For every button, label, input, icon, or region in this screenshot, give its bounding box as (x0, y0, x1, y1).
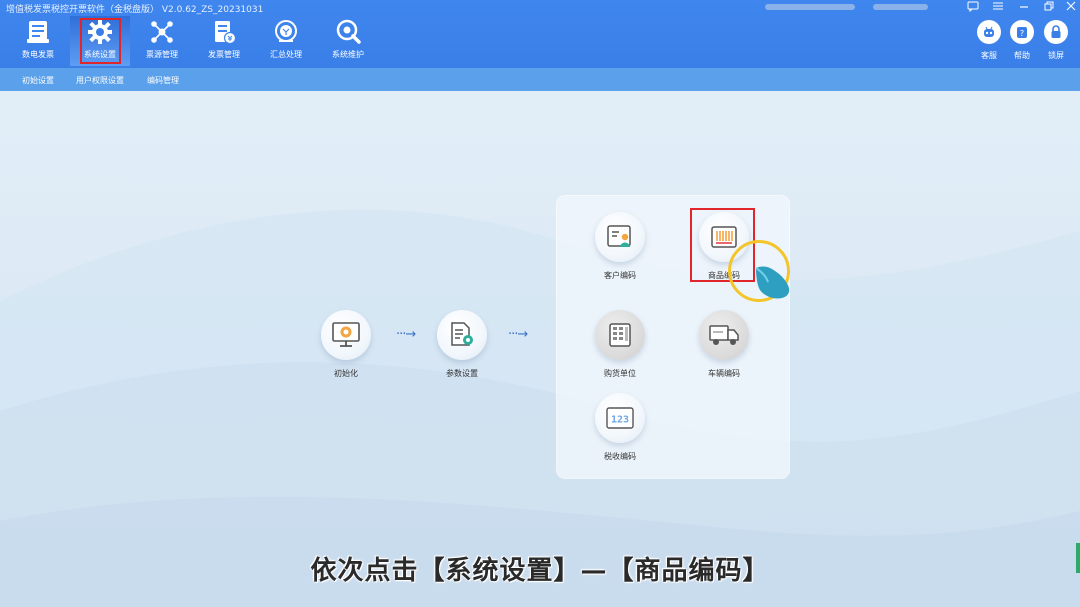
lock-screen-button[interactable]: 锁屏 (1039, 20, 1073, 61)
subnav-item-user-permissions[interactable]: 用户权限设置 (76, 75, 124, 86)
step-label: 初始化 (334, 369, 358, 378)
instruction-caption: 依次点击【系统设置】—【商品编码】 (310, 556, 770, 586)
toolbar-item-summary[interactable]: 汇总处理 (256, 16, 316, 66)
building-icon (595, 310, 645, 360)
subnav-item-initial-settings[interactable]: 初始设置 (22, 75, 54, 86)
panel-item-vehicle-code[interactable]: 车辆编码 (684, 310, 764, 379)
panel-item-tax-code[interactable]: 123 税收编码 (580, 393, 660, 462)
panel-item-customer-code[interactable]: 客户编码 (580, 212, 660, 281)
numbers-icon: 123 (595, 393, 645, 443)
numbers-glyph: 123 (611, 415, 629, 426)
toolbar-item-label: 汇总处理 (270, 50, 302, 59)
chat-icon[interactable] (966, 1, 980, 15)
wrench-icon (336, 19, 361, 44)
toolbar-item-invoice-management[interactable]: 发票管理 (194, 16, 254, 66)
lock-icon (1044, 20, 1068, 44)
top-toolbar: 增值税发票税控开票软件（金税盘版） V2.0.62_ZS_20231031 数电… (0, 0, 1080, 68)
toolbar-item-ticket-source[interactable]: 票源管理 (132, 16, 192, 66)
app-title: 增值税发票税控开票软件（金税盘版） V2.0.62_ZS_20231031 (6, 5, 264, 15)
menu-icon[interactable] (991, 1, 1005, 14)
panel-item-label: 车辆编码 (708, 369, 740, 378)
toolbar-item-maintenance[interactable]: 系统维护 (318, 16, 378, 66)
subnav-item-code-management[interactable]: 编码管理 (147, 75, 179, 86)
right-button-label: 锁屏 (1048, 51, 1064, 60)
monitor-icon (321, 310, 371, 360)
help-button[interactable]: ? 帮助 (1005, 20, 1039, 61)
svg-text:?: ? (1020, 29, 1024, 38)
panel-item-purchaser[interactable]: 购货单位 (580, 310, 660, 379)
truck-icon (699, 310, 749, 360)
customer-card-icon (595, 212, 645, 262)
right-button-label: 帮助 (1014, 51, 1030, 60)
right-button-label: 客服 (981, 51, 997, 60)
toolbar-item-label: 票源管理 (146, 50, 178, 59)
panel-item-label: 购货单位 (604, 369, 636, 378)
invoice-icon (27, 21, 49, 43)
step-initialize[interactable]: 初始化 (306, 310, 386, 379)
user-info-blurred (873, 4, 928, 10)
summary-icon (275, 20, 297, 42)
restore-icon[interactable] (1042, 1, 1056, 14)
network-icon (151, 21, 173, 43)
edge-marker (1076, 543, 1080, 573)
help-icon: ? (1010, 20, 1034, 44)
minimize-icon[interactable] (1017, 1, 1031, 14)
toolbar-item-label: 系统维护 (332, 50, 364, 59)
toolbar-item-label: 数电发票 (22, 50, 54, 59)
robot-icon (977, 20, 1001, 44)
highlight-box-system-settings (80, 18, 121, 64)
user-info-blurred (765, 4, 855, 10)
step-label: 参数设置 (446, 369, 478, 378)
background-waves (0, 209, 1080, 607)
toolbar-item-label: 发票管理 (208, 50, 240, 59)
pointer-hand-icon (755, 266, 790, 299)
customer-service-button[interactable]: 客服 (972, 20, 1006, 61)
panel-item-label: 税收编码 (604, 452, 636, 461)
doc-gear-icon (437, 310, 487, 360)
step-parameter-settings[interactable]: 参数设置 (422, 310, 502, 379)
document-icon (215, 21, 237, 45)
close-icon[interactable] (1064, 1, 1078, 14)
flow-arrow: ···→ (508, 327, 528, 342)
sub-navigation: 初始设置 用户权限设置 编码管理 (0, 68, 1080, 91)
toolbar-item-digital-invoice[interactable]: 数电发票 (8, 16, 68, 66)
flow-arrow: ···→ (396, 327, 416, 342)
panel-item-label: 客户编码 (604, 271, 636, 280)
